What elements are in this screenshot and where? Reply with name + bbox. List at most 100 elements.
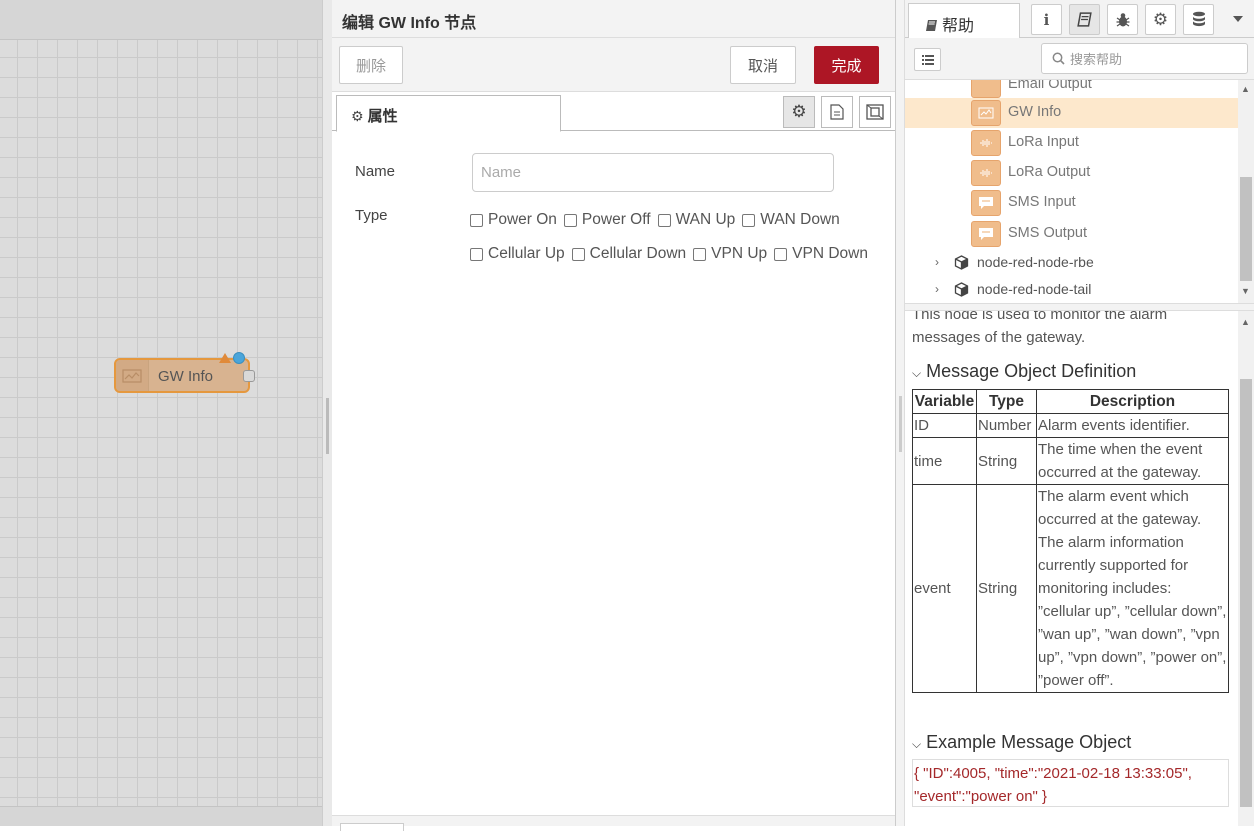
- appearance-tab-button[interactable]: [859, 96, 891, 128]
- checkbox-box[interactable]: [470, 247, 483, 261]
- tree-item-email-output[interactable]: Email Output: [905, 80, 1238, 100]
- warning-icon: [219, 353, 231, 363]
- checkbox-vpn-up[interactable]: VPN Up: [693, 245, 767, 263]
- help-search-input[interactable]: [1068, 48, 1243, 70]
- toc-toggle-button[interactable]: [914, 48, 941, 71]
- tree-item-lora-output[interactable]: LoRa Output: [905, 158, 1238, 188]
- section-message-definition[interactable]: ⌵ Message Object Definition: [912, 361, 1136, 382]
- tab-help[interactable]: 帮助: [908, 3, 1020, 39]
- checkbox-label: WAN Up: [675, 211, 736, 228]
- tree-item-gw-info[interactable]: GW Info: [905, 98, 1238, 128]
- checkbox-cellular-down[interactable]: Cellular Down: [571, 245, 687, 263]
- table-header: Type: [976, 389, 1037, 414]
- checkbox-label: VPN Down: [792, 245, 868, 262]
- tree-scrollbar[interactable]: ▲ ▼: [1238, 80, 1254, 303]
- checkbox-label: Cellular Down: [589, 245, 687, 262]
- search-icon: [1052, 52, 1065, 65]
- tree-item-label: LoRa Output: [1008, 164, 1091, 180]
- frame-icon: [866, 104, 884, 120]
- scroll-up-icon[interactable]: ▲: [1241, 84, 1250, 94]
- checkbox-box[interactable]: [470, 213, 483, 227]
- cube-icon: [954, 282, 969, 297]
- tree-item-label: Email Output: [1008, 80, 1092, 92]
- help-scrollbar[interactable]: ▲: [1238, 311, 1254, 826]
- checkbox-vpn-down[interactable]: VPN Down: [774, 245, 868, 263]
- checkbox-power-off[interactable]: Power Off: [563, 211, 651, 229]
- chart-icon: [116, 360, 149, 391]
- type-checkbox-row-2: Cellular Up Cellular Down VPN Up VPN Dow…: [470, 245, 875, 263]
- help-tab-button[interactable]: [1069, 4, 1100, 35]
- checkbox-cellular-up[interactable]: Cellular Up: [470, 245, 565, 263]
- checkbox-label: Power Off: [581, 211, 651, 228]
- table-cell: event: [912, 484, 977, 693]
- settings-tab-button[interactable]: ⚙: [783, 96, 815, 128]
- checkbox-wan-down[interactable]: WAN Down: [742, 211, 840, 229]
- tray-tabbar: ⚙ 属性 ⚙: [332, 92, 895, 132]
- tree-package-rbe[interactable]: › node-red-node-rbe: [905, 250, 1238, 276]
- checkbox-box[interactable]: [571, 247, 585, 261]
- sidebar-resize-handle[interactable]: [896, 0, 905, 826]
- tree-package-tail[interactable]: › node-red-node-tail: [905, 277, 1238, 303]
- table-header: Description: [1036, 389, 1229, 414]
- chevron-right-icon[interactable]: ›: [935, 255, 939, 269]
- name-label: Name: [355, 163, 396, 180]
- checkbox-wan-up[interactable]: WAN Up: [657, 211, 736, 229]
- name-input[interactable]: [472, 153, 834, 192]
- section-title: Message Object Definition: [926, 361, 1137, 381]
- tree-item-label: SMS Input: [1008, 194, 1076, 210]
- tab-help-label: 帮助: [942, 18, 975, 35]
- debug-tab-button[interactable]: [1107, 4, 1138, 35]
- section-example-message[interactable]: ⌵ Example Message Object: [912, 732, 1131, 753]
- chevron-down-icon: ⌵: [912, 737, 922, 751]
- output-port[interactable]: [243, 370, 255, 382]
- sidebar-menu-button[interactable]: [1227, 8, 1249, 30]
- config-tab-button[interactable]: ⚙: [1145, 4, 1176, 35]
- done-button[interactable]: 完成: [814, 46, 879, 84]
- checkbox-label: VPN Up: [711, 245, 768, 262]
- properties-form: Name Type Power On Power Off WAN Up WAN …: [332, 131, 895, 815]
- tree-item-sms-output[interactable]: SMS Output: [905, 219, 1238, 249]
- book-icon: [1077, 12, 1092, 27]
- scroll-down-icon[interactable]: ▼: [1241, 286, 1250, 296]
- grip-icon: [326, 398, 329, 454]
- tree-item-label: GW Info: [1008, 104, 1062, 120]
- tree-item-label: LoRa Input: [1008, 134, 1079, 150]
- tree-item-sms-input[interactable]: SMS Input: [905, 188, 1238, 218]
- scroll-up-icon[interactable]: ▲: [1241, 317, 1250, 327]
- checkbox-box[interactable]: [742, 213, 756, 227]
- checkbox-box[interactable]: [563, 213, 577, 227]
- changed-indicator: [233, 352, 245, 364]
- footer-button-stub[interactable]: [340, 823, 404, 831]
- scrollbar-thumb[interactable]: [1240, 177, 1252, 281]
- delete-button[interactable]: 删除: [339, 46, 403, 84]
- context-tab-button[interactable]: [1183, 4, 1214, 35]
- tray-header: 编辑 GW Info 节点: [332, 0, 895, 38]
- cancel-button[interactable]: 取消: [730, 46, 796, 84]
- checkbox-box[interactable]: [693, 247, 707, 261]
- checkbox-box[interactable]: [774, 247, 788, 261]
- info-tab-button[interactable]: i: [1031, 4, 1062, 35]
- tray-resize-handle[interactable]: [322, 0, 332, 826]
- table-row: event String The alarm event which occur…: [912, 484, 1229, 693]
- flow-workspace[interactable]: GW Info: [0, 0, 332, 826]
- gear-icon: ⚙: [351, 108, 364, 124]
- tray-title: 编辑 GW Info 节点: [342, 15, 477, 32]
- table-cell: ID: [912, 413, 977, 438]
- type-label: Type: [355, 207, 388, 224]
- bug-icon: [1116, 12, 1129, 26]
- info-icon: i: [1043, 10, 1050, 29]
- description-tab-button[interactable]: [821, 96, 853, 128]
- tab-properties[interactable]: ⚙ 属性: [336, 95, 561, 132]
- gear-icon: ⚙: [1152, 9, 1169, 29]
- checkbox-box[interactable]: [657, 213, 671, 227]
- chevron-right-icon[interactable]: ›: [935, 282, 939, 296]
- cube-icon: [954, 255, 969, 270]
- scrollbar-thumb[interactable]: [1240, 379, 1252, 807]
- caret-down-icon: [1233, 16, 1243, 22]
- tree-item-lora-input[interactable]: LoRa Input: [905, 128, 1238, 158]
- flow-node-gw-info[interactable]: GW Info: [114, 352, 255, 393]
- help-pane-splitter[interactable]: [905, 303, 1254, 311]
- table-cell: The time when the event occurred at the …: [1036, 437, 1229, 485]
- help-search[interactable]: [1041, 43, 1248, 74]
- checkbox-power-on[interactable]: Power On: [470, 211, 557, 229]
